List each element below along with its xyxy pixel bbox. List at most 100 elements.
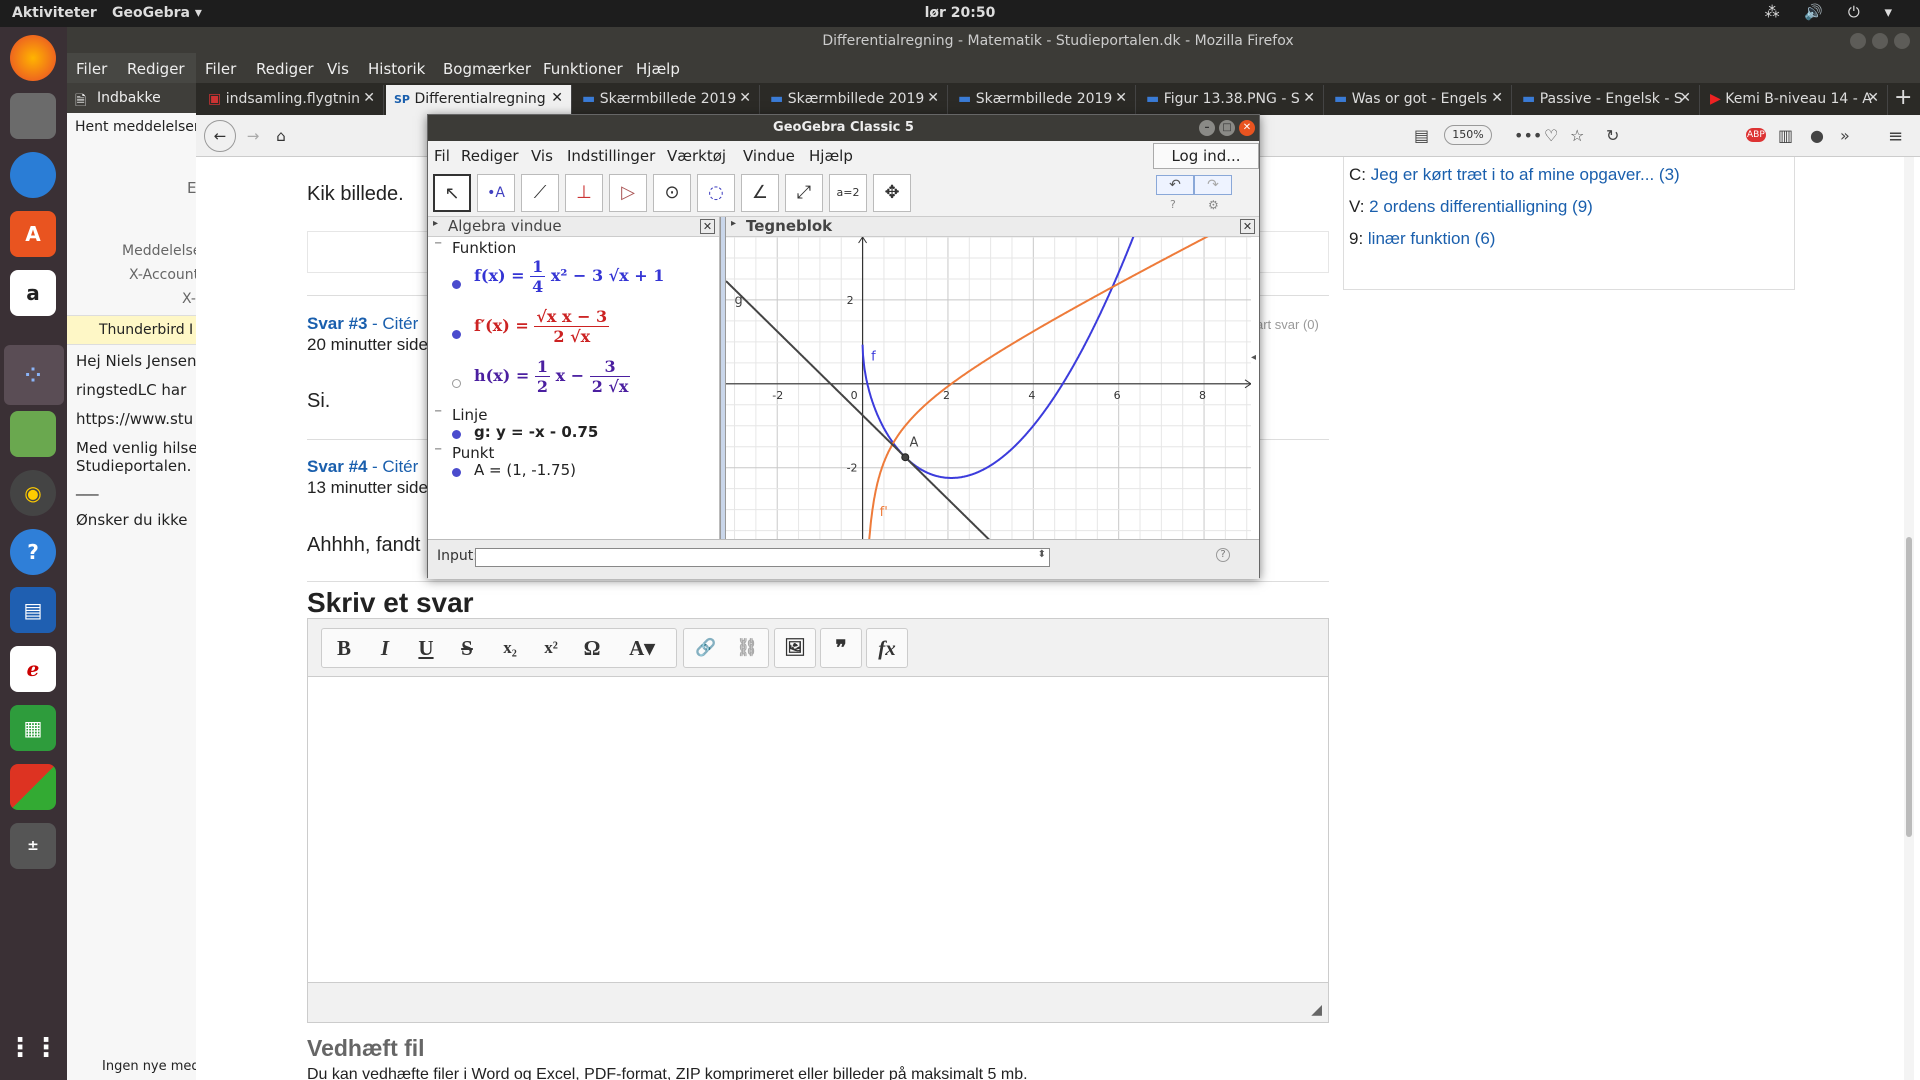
unlink-button[interactable]: ⛓ <box>727 629 767 667</box>
geogebra-icon[interactable]: ⁘ <box>10 352 56 398</box>
menu-hjaelp[interactable]: Hjælp <box>636 60 680 78</box>
tab-passive[interactable]: ▬ Passive - Engelsk - S ✕ <box>1514 85 1700 115</box>
italic-button[interactable]: I <box>365 629 405 667</box>
quote-button[interactable]: ❞ <box>821 629 861 667</box>
help-icon[interactable]: ? <box>1170 198 1176 211</box>
image-button[interactable]: 🖼 <box>775 629 815 667</box>
tab-kemi[interactable]: ▶ Kemi B-niveau 14 - A ✕ <box>1702 85 1888 115</box>
tab-was-or-got[interactable]: ▬ Was or got - Engels ✕ <box>1326 85 1512 115</box>
close-tab-icon[interactable]: ✕ <box>927 90 939 106</box>
calculator-icon[interactable]: ± <box>10 823 56 869</box>
point-a[interactable]: A = (1, -1.75) <box>474 461 576 479</box>
tab-differentialregning[interactable]: SP Differentialregning ✕ <box>386 85 572 115</box>
move-tool-icon[interactable]: ↖ <box>433 174 471 212</box>
special-char-button[interactable]: Ω <box>572 629 612 667</box>
thunderbird-icon[interactable] <box>10 152 56 198</box>
gg-menu-rediger[interactable]: Rediger <box>461 147 519 165</box>
related-link[interactable]: 2 ordens differentialligning (9) <box>1369 197 1593 216</box>
game-icon[interactable] <box>10 764 56 810</box>
fprime-visibility-toggle[interactable] <box>452 330 461 339</box>
bookmark-star-icon[interactable]: ☆ <box>1570 126 1584 145</box>
gg-menu-vindue[interactable]: Vindue <box>743 147 795 165</box>
pdf-icon[interactable]: ℯ <box>10 646 56 692</box>
function-h[interactable]: h(x) = 12 x − 32 √x <box>474 357 631 396</box>
related-link[interactable]: Jeg er kørt træt i to af mine opgaver...… <box>1371 165 1680 184</box>
close-tab-icon[interactable]: ✕ <box>739 90 751 106</box>
subscript-button[interactable]: x₂ <box>490 629 530 667</box>
adblock-icon[interactable]: ABP <box>1746 128 1766 142</box>
reflect-tool-icon[interactable]: ⤢ <box>785 174 823 212</box>
function-plot[interactable]: -2 0 2 4 6 8 -2 2 g f f' A <box>726 237 1251 539</box>
gg-menu-indstillinger[interactable]: Indstillinger <box>567 147 655 165</box>
strikethrough-button[interactable]: S <box>447 629 487 667</box>
calc-icon[interactable]: ▦ <box>10 705 56 751</box>
collapse-icon[interactable]: ▸ <box>433 218 438 229</box>
login-button[interactable]: Log ind... <box>1153 143 1259 169</box>
underline-button[interactable]: U <box>406 629 446 667</box>
system-tray[interactable]: ⁂ 🔊 ⏻ ▾ <box>1765 3 1902 21</box>
tb-menu-edit[interactable]: Rediger <box>127 60 185 78</box>
formula-button[interactable]: fx <box>867 629 907 667</box>
back-button[interactable]: ← <box>204 120 236 152</box>
maximize-button[interactable] <box>1872 33 1888 49</box>
gg-close-button[interactable]: ✕ <box>1239 120 1255 136</box>
gg-menu-vis[interactable]: Vis <box>531 147 553 165</box>
clock[interactable]: lør 20:50 <box>0 5 1920 21</box>
g-visibility-toggle[interactable] <box>452 430 461 439</box>
menu-filer[interactable]: Filer <box>205 60 236 78</box>
slider-tool-icon[interactable]: a=2 <box>829 174 867 212</box>
text-color-button[interactable]: A▾ <box>617 629 667 667</box>
zoom-level[interactable]: 150% <box>1444 125 1492 145</box>
get-messages-button[interactable]: Hent meddelelser <box>75 119 200 135</box>
close-tab-icon[interactable]: ✕ <box>1491 90 1503 106</box>
polygon-tool-icon[interactable]: ▷ <box>609 174 647 212</box>
tab-inbox[interactable]: Indbakke <box>97 90 161 106</box>
point-tool-icon[interactable]: •A <box>477 174 515 212</box>
algebra-close-icon[interactable]: ✕ <box>700 219 715 234</box>
writer-icon[interactable]: ▤ <box>10 587 56 633</box>
tab-indsamling[interactable]: ▣ indsamling.flygtnin ✕ <box>200 85 384 115</box>
menu-bogmaerker[interactable]: Bogmærker <box>443 60 531 78</box>
menu-vis[interactable]: Vis <box>327 60 349 78</box>
geometry-icon[interactable] <box>10 411 56 457</box>
superscript-button[interactable]: x² <box>531 629 571 667</box>
close-tab-icon[interactable]: ✕ <box>1867 90 1879 106</box>
collapse-icon[interactable]: − <box>434 238 442 249</box>
tb-menu-file[interactable]: Filer <box>76 60 107 78</box>
function-fprime[interactable]: f′(x) = √x x − 32 √x <box>474 307 610 346</box>
svar3-cite-link[interactable]: - Citér <box>372 314 418 334</box>
circle-tool-icon[interactable]: ⊙ <box>653 174 691 212</box>
perpendicular-tool-icon[interactable]: ⊥ <box>565 174 603 212</box>
resize-handle-icon[interactable]: ◢ <box>1311 1002 1322 1018</box>
graphics-view[interactable]: ▸ Tegneblok ✕ -2 0 2 4 6 8 -2 2 g f f' A ◂ <box>726 217 1259 539</box>
tab-screenshot-3[interactable]: ▬ Skærmbillede 2019 ✕ <box>950 85 1136 115</box>
hamburger-menu-icon[interactable]: ≡ <box>1888 126 1903 147</box>
f-visibility-toggle[interactable] <box>452 280 461 289</box>
tab-figur[interactable]: ▬ Figur 13.38.PNG - S ✕ <box>1138 85 1324 115</box>
menu-rediger[interactable]: Rediger <box>256 60 314 78</box>
collapse-icon[interactable]: − <box>434 406 442 417</box>
minimize-button[interactable] <box>1850 33 1866 49</box>
close-tab-icon[interactable]: ✕ <box>1115 90 1127 106</box>
music-icon[interactable]: ◉ <box>10 470 56 516</box>
input-help-icon[interactable]: ? <box>1216 548 1230 562</box>
close-tab-icon[interactable]: ✕ <box>1303 90 1315 106</box>
gg-menu-hjaelp[interactable]: Hjælp <box>809 147 853 165</box>
collapse-icon[interactable]: − <box>434 444 442 455</box>
angle-tool-icon[interactable]: ∠ <box>741 174 779 212</box>
menu-funktioner[interactable]: Funktioner <box>543 60 623 78</box>
close-button[interactable] <box>1894 33 1910 49</box>
h-visibility-toggle[interactable] <box>452 379 461 388</box>
show-apps-icon[interactable]: ⋮⋮ <box>7 1025 59 1071</box>
line-tool-icon[interactable]: ⟋ <box>521 174 559 212</box>
account-icon[interactable]: ● <box>1810 126 1824 145</box>
amazon-icon[interactable]: a <box>10 270 56 316</box>
related-link[interactable]: linær funktion (6) <box>1368 229 1496 248</box>
gg-menu-vaerktoej[interactable]: Værktøj <box>667 147 726 165</box>
line-g[interactable]: g: y = -x - 0.75 <box>474 423 598 441</box>
files-icon[interactable] <box>10 93 56 139</box>
help-icon[interactable]: ? <box>10 529 56 575</box>
gg-maximize-button[interactable]: □ <box>1219 120 1235 136</box>
library-icon[interactable]: ▥ <box>1778 126 1793 145</box>
page-scrollbar-thumb[interactable] <box>1906 537 1912 837</box>
